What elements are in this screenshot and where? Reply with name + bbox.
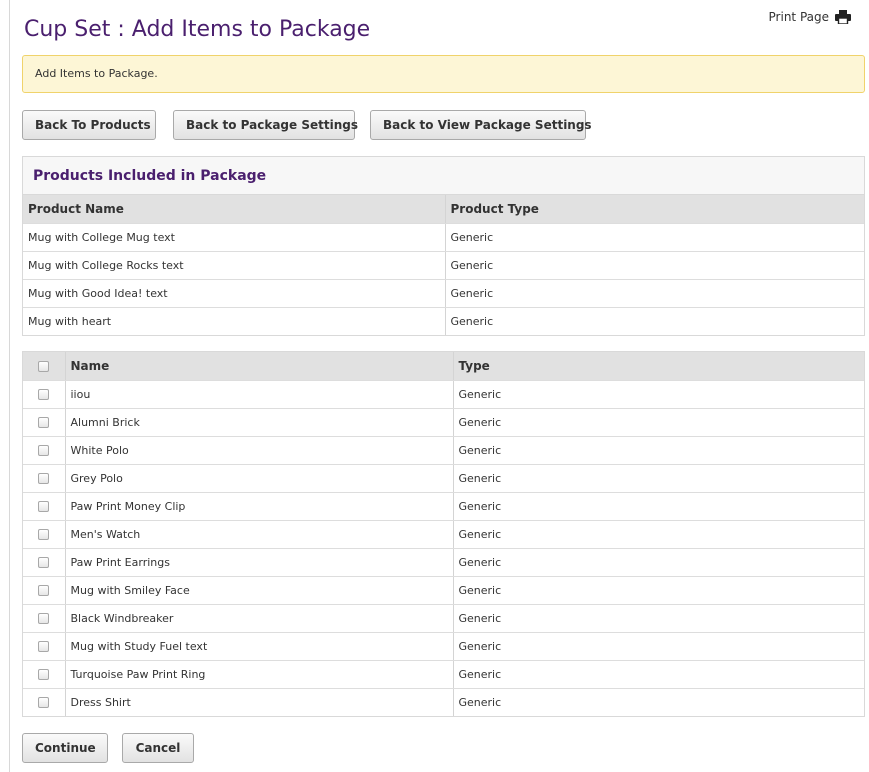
row-checkbox-cell bbox=[23, 660, 66, 689]
column-header-product-name: Product Name bbox=[23, 195, 446, 224]
item-type-cell: Generic bbox=[453, 380, 864, 409]
item-name-cell: Paw Print Money Clip bbox=[65, 492, 454, 521]
table-row: Dress Shirt Generic bbox=[23, 688, 864, 716]
row-checkbox[interactable] bbox=[38, 669, 50, 680]
print-page-label: Print Page bbox=[768, 10, 829, 24]
printer-icon bbox=[835, 10, 851, 24]
item-type-cell: Generic bbox=[453, 408, 864, 437]
table-row: Turquoise Paw Print Ring Generic bbox=[23, 660, 864, 689]
row-checkbox-cell bbox=[23, 380, 66, 409]
table-row: Paw Print Earrings Generic bbox=[23, 548, 864, 577]
row-checkbox[interactable] bbox=[38, 557, 50, 568]
item-name-cell: iiou bbox=[65, 380, 454, 409]
cancel-button[interactable]: Cancel bbox=[122, 733, 194, 763]
item-name-cell: Paw Print Earrings bbox=[65, 548, 454, 577]
print-page-link[interactable]: Print Page bbox=[769, 10, 851, 24]
table-row: Mug with Good Idea! text Generic bbox=[23, 279, 864, 308]
row-checkbox[interactable] bbox=[38, 389, 50, 400]
row-checkbox[interactable] bbox=[38, 585, 50, 596]
table-row: Mug with College Mug text Generic bbox=[23, 223, 864, 252]
product-name-cell: Mug with College Rocks text bbox=[23, 251, 446, 280]
item-type-cell: Generic bbox=[453, 436, 864, 465]
row-checkbox-cell bbox=[23, 604, 66, 633]
back-to-view-package-settings-button[interactable]: Back to View Package Settings bbox=[370, 110, 592, 140]
item-type-cell: Generic bbox=[453, 632, 864, 661]
item-type-cell: Generic bbox=[453, 604, 864, 633]
product-name-cell: Mug with Good Idea! text bbox=[23, 279, 446, 308]
included-products-panel: Products Included in Package Product Nam… bbox=[22, 156, 865, 336]
table-row: Mug with heart Generic bbox=[23, 307, 864, 335]
item-name-cell: Grey Polo bbox=[65, 464, 454, 493]
table-row: Men's Watch Generic bbox=[23, 520, 864, 549]
page-title: Cup Set : Add Items to Package bbox=[24, 17, 371, 42]
row-checkbox-cell bbox=[23, 548, 66, 577]
info-notice: Add Items to Package. bbox=[22, 55, 865, 93]
item-name-cell: Alumni Brick bbox=[65, 408, 454, 437]
row-checkbox-cell bbox=[23, 688, 66, 716]
row-checkbox[interactable] bbox=[38, 697, 50, 709]
row-checkbox[interactable] bbox=[38, 501, 50, 512]
item-type-cell: Generic bbox=[453, 520, 864, 549]
item-type-cell: Generic bbox=[453, 576, 864, 605]
row-checkbox[interactable] bbox=[38, 529, 50, 540]
row-checkbox-cell bbox=[23, 492, 66, 521]
column-header-product-type: Product Type bbox=[445, 195, 864, 224]
item-type-cell: Generic bbox=[453, 492, 864, 521]
item-type-cell: Generic bbox=[453, 660, 864, 689]
item-type-cell: Generic bbox=[458, 695, 502, 709]
item-type-cell: Generic bbox=[453, 464, 864, 493]
product-type-cell: Generic bbox=[445, 251, 864, 280]
table-row: Mug with Smiley Face Generic bbox=[23, 576, 864, 605]
item-name-cell: White Polo bbox=[65, 436, 454, 465]
column-header-name: Name bbox=[65, 352, 454, 381]
product-type-cell: Generic bbox=[450, 314, 494, 328]
row-checkbox-cell bbox=[23, 464, 66, 493]
table-header-row: Product Name Product Type bbox=[23, 195, 864, 224]
select-all-cell bbox=[23, 352, 66, 381]
product-type-cell: Generic bbox=[445, 279, 864, 308]
row-checkbox[interactable] bbox=[38, 613, 50, 624]
table-row: Black Windbreaker Generic bbox=[23, 604, 864, 633]
included-products-heading: Products Included in Package bbox=[23, 157, 864, 195]
row-checkbox-cell bbox=[23, 436, 66, 465]
table-header-row: Name Type bbox=[23, 352, 864, 381]
available-items-table: Name Type iiou Generic Alumni Brick Generic… bbox=[23, 352, 864, 716]
product-type-cell: Generic bbox=[445, 223, 864, 252]
table-row: Mug with Study Fuel text Generic bbox=[23, 632, 864, 661]
row-checkbox[interactable] bbox=[38, 417, 50, 428]
row-checkbox-cell bbox=[23, 408, 66, 437]
table-row: iiou Generic bbox=[23, 380, 864, 409]
back-to-products-button[interactable]: Back To Products bbox=[22, 110, 156, 140]
item-name-cell: Mug with Study Fuel text bbox=[65, 632, 454, 661]
row-checkbox[interactable] bbox=[38, 641, 50, 652]
item-type-cell: Generic bbox=[453, 548, 864, 577]
continue-button[interactable]: Continue bbox=[22, 733, 108, 763]
item-name-cell: Dress Shirt bbox=[65, 688, 454, 716]
select-all-checkbox[interactable] bbox=[38, 360, 50, 372]
available-items-panel: Name Type iiou Generic Alumni Brick Generic… bbox=[22, 351, 865, 717]
notice-text: Add Items to Package. bbox=[35, 67, 158, 80]
row-checkbox-cell bbox=[23, 632, 66, 661]
page-left-border bbox=[9, 0, 10, 772]
product-name-cell: Mug with College Mug text bbox=[23, 223, 446, 252]
table-row: Alumni Brick Generic bbox=[23, 408, 864, 437]
table-row: Paw Print Money Clip Generic bbox=[23, 492, 864, 521]
item-name-cell: Mug with Smiley Face bbox=[65, 576, 454, 605]
item-name-cell: Men's Watch bbox=[65, 520, 454, 549]
row-checkbox[interactable] bbox=[38, 473, 50, 484]
table-row: Grey Polo Generic bbox=[23, 464, 864, 493]
item-name-cell: Black Windbreaker bbox=[65, 604, 454, 633]
row-checkbox-cell bbox=[23, 576, 66, 605]
row-checkbox[interactable] bbox=[38, 445, 50, 456]
row-checkbox-cell bbox=[23, 520, 66, 549]
included-products-table: Product Name Product Type Mug with Colle… bbox=[23, 195, 864, 335]
table-row: White Polo Generic bbox=[23, 436, 864, 465]
table-row: Mug with College Rocks text Generic bbox=[23, 251, 864, 280]
item-name-cell: Turquoise Paw Print Ring bbox=[65, 660, 454, 689]
column-header-type: Type bbox=[453, 352, 864, 381]
product-name-cell: Mug with heart bbox=[23, 307, 446, 335]
back-to-package-settings-button[interactable]: Back to Package Settings bbox=[173, 110, 358, 140]
